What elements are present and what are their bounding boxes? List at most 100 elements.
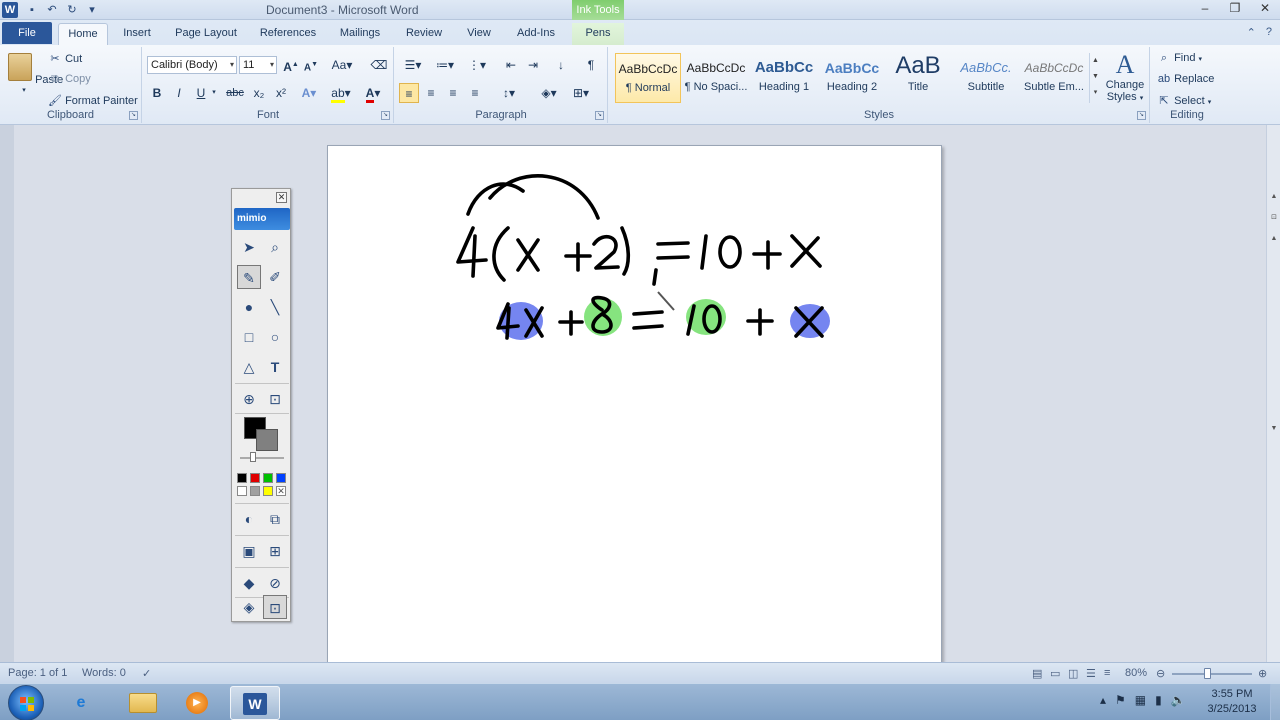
word-taskbar-icon[interactable]: W [230, 686, 280, 720]
document-page[interactable] [327, 145, 942, 665]
word-count[interactable]: Words: 0 [82, 667, 126, 679]
tab-mailings[interactable]: Mailings [332, 23, 388, 45]
tab-page-layout[interactable]: Page Layout [170, 23, 242, 45]
undo-icon[interactable]: ↶ [44, 2, 60, 18]
eraser-icon[interactable]: ◆ [237, 571, 261, 595]
gallery-down-icon[interactable]: ▼ [1090, 69, 1101, 85]
zoom-level[interactable]: 80% [1125, 667, 1147, 679]
grow-font-button[interactable]: A▲ [281, 55, 301, 75]
scroll-page-down-icon[interactable]: ▼ [1269, 425, 1279, 437]
background-color-swatch[interactable] [256, 429, 278, 451]
help-icon[interactable]: ? [1266, 26, 1272, 39]
outline-view-icon[interactable]: ☰ [1086, 667, 1096, 680]
clear-page-icon[interactable]: ⊘ [263, 571, 287, 595]
paste-button[interactable]: Paste ▾ [8, 51, 63, 99]
customize-qat-icon[interactable]: ▾ [84, 2, 100, 18]
numbering-icon[interactable]: ≔▾ [431, 55, 459, 75]
signal-icon[interactable]: ▮ [1155, 693, 1162, 707]
highlighter-tool-icon[interactable]: ✐ [263, 265, 287, 289]
proofing-icon[interactable]: ✓ [142, 667, 151, 680]
file-explorer-icon[interactable] [118, 686, 168, 720]
full-screen-view-icon[interactable]: ▭ [1050, 667, 1060, 680]
scroll-up-icon[interactable]: ▲ [1269, 193, 1279, 205]
shrink-font-button[interactable]: A▼ [301, 55, 321, 75]
align-center-icon[interactable]: ≡ [421, 83, 441, 103]
color-yellow[interactable] [263, 486, 273, 496]
change-case-button[interactable]: Aa▾ [329, 55, 355, 75]
tab-view[interactable]: View [458, 23, 500, 45]
gallery-up-icon[interactable]: ▲ [1090, 53, 1101, 69]
tab-insert[interactable]: Insert [114, 23, 160, 45]
tab-review[interactable]: Review [400, 23, 448, 45]
superscript-button[interactable]: x² [271, 83, 291, 103]
replace-button[interactable]: ab Replace [1157, 73, 1215, 85]
save-icon[interactable]: ▪ [24, 2, 40, 18]
rectangle-tool-icon[interactable]: □ [237, 325, 261, 349]
align-left-icon[interactable]: ≡ [399, 83, 419, 103]
screen-capture-icon[interactable]: ⊡ [263, 387, 287, 411]
font-launcher-icon[interactable]: ↘ [381, 111, 390, 120]
select-arrow-icon[interactable]: ➤ [237, 235, 261, 259]
color-fill-icon[interactable]: ◐ [237, 507, 261, 531]
thickness-slider[interactable] [240, 457, 284, 459]
word-app-icon[interactable]: W [2, 2, 18, 18]
style-subtle-emphasis[interactable]: AaBbCcDc Subtle Em... [1021, 53, 1087, 103]
triangle-tool-icon[interactable]: △ [237, 355, 261, 379]
media-player-icon[interactable]: ▶ [172, 686, 222, 720]
find-button[interactable]: ⌕ Find ▾ [1157, 52, 1202, 65]
multilevel-list-icon[interactable]: ⋮▾ [463, 55, 491, 75]
highlight-color-icon[interactable]: ab▾ [327, 83, 355, 103]
mimio-close-icon[interactable]: ✕ [276, 192, 287, 203]
network-icon[interactable]: ▦ [1135, 693, 1146, 707]
gallery-icon[interactable]: ▣ [237, 539, 261, 563]
minimize-ribbon-icon[interactable]: ⌃ [1247, 26, 1256, 39]
clipboard-launcher-icon[interactable]: ↘ [129, 111, 138, 120]
change-styles-button[interactable]: A Change Styles ▾ [1103, 51, 1147, 104]
color-gray[interactable] [250, 486, 260, 496]
italic-button[interactable]: I [169, 83, 189, 103]
page-count[interactable]: Page: 1 of 1 [8, 667, 67, 679]
subscript-button[interactable]: x₂ [249, 83, 269, 103]
sort-icon[interactable]: ↓ [551, 55, 571, 75]
underline-dropdown-icon[interactable]: ▾ [209, 83, 219, 103]
line-spacing-icon[interactable]: ↕▾ [495, 83, 523, 103]
copy-button[interactable]: ⧉ Copy [48, 73, 91, 86]
style-subtitle[interactable]: AaBbCc. Subtitle [953, 53, 1019, 103]
show-hidden-icons-icon[interactable]: ▴ [1100, 693, 1106, 707]
strikethrough-button[interactable]: abc [223, 83, 247, 103]
bullets-icon[interactable]: ☰▾ [399, 55, 427, 75]
color-black[interactable] [237, 473, 247, 483]
styles-gallery-scroll[interactable]: ▲ ▼ ▾ [1089, 53, 1101, 103]
ruler-toggle-icon[interactable]: ⊡ [1269, 213, 1279, 225]
style-no-spacing[interactable]: AaBbCcDc ¶ No Spaci... [683, 53, 749, 103]
increase-indent-icon[interactable]: ⇥ [523, 55, 543, 75]
zoom-in-icon[interactable]: ⊕ [1258, 667, 1267, 680]
font-size-select[interactable]: 11 ▾ [239, 56, 277, 74]
underline-button[interactable]: U [191, 83, 211, 103]
font-color-icon[interactable]: A▾ [359, 83, 387, 103]
pen-tool-icon[interactable]: ✎ [237, 265, 261, 289]
style-heading-1[interactable]: AaBbCc Heading 1 [751, 53, 817, 103]
zoom-slider-thumb[interactable] [1204, 668, 1211, 679]
restore-button[interactable]: ❐ [1220, 0, 1250, 18]
cut-button[interactable]: ✂ Cut [48, 52, 82, 65]
tab-references[interactable]: References [254, 23, 322, 45]
zoom-out-icon[interactable]: ⊖ [1156, 667, 1165, 680]
tab-file[interactable]: File [2, 22, 52, 44]
redo-icon[interactable]: ↻ [64, 2, 80, 18]
action-center-flag-icon[interactable]: ⚑ [1115, 693, 1126, 707]
scroll-page-up-icon[interactable]: ▲ [1269, 235, 1279, 247]
bold-button[interactable]: B [147, 83, 167, 103]
select-button[interactable]: ⇱ Select ▾ [1157, 94, 1211, 107]
color-blue[interactable] [276, 473, 286, 483]
thickness-slider-thumb[interactable] [250, 452, 256, 462]
eraser-blob-icon[interactable]: ● [237, 295, 261, 319]
tab-addins[interactable]: Add-Ins [510, 23, 562, 45]
zoom-slider[interactable] [1172, 673, 1252, 675]
styles-launcher-icon[interactable]: ↘ [1137, 111, 1146, 120]
show-formatting-marks-icon[interactable]: ¶ [581, 55, 601, 75]
clock[interactable]: 3:55 PM 3/25/2013 [1200, 687, 1264, 717]
line-tool-icon[interactable]: ╲ [263, 295, 287, 319]
color-red[interactable] [250, 473, 260, 483]
style-heading-2[interactable]: AaBbCc Heading 2 [819, 53, 885, 103]
